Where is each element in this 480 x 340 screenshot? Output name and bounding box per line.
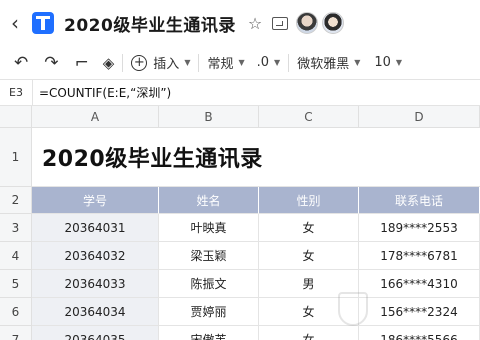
header-cell-student-id[interactable]: 学号 bbox=[32, 187, 159, 214]
toolbar-divider bbox=[288, 53, 290, 72]
table-cell[interactable]: 178****6781 bbox=[359, 242, 480, 270]
toolbar-divider bbox=[122, 53, 124, 72]
row-header-6[interactable]: 6 bbox=[0, 298, 32, 326]
sheet-title-cell[interactable]: 2020级毕业生通讯录 bbox=[32, 128, 480, 187]
table-cell[interactable]: 20364032 bbox=[32, 242, 159, 270]
star-icon[interactable]: ☆ bbox=[248, 14, 262, 33]
table-cell[interactable]: 梁玉颖 bbox=[159, 242, 259, 270]
font-size-label: 10 bbox=[374, 55, 391, 70]
caret-down-icon: ▼ bbox=[184, 58, 191, 67]
column-header-c[interactable]: C bbox=[259, 106, 359, 128]
docs-logo-icon bbox=[32, 12, 54, 34]
column-header-b[interactable]: B bbox=[159, 106, 259, 128]
row-header-2[interactable]: 2 bbox=[0, 187, 32, 214]
cell-reference[interactable]: E3 bbox=[0, 86, 32, 99]
table-cell[interactable]: 189****2553 bbox=[359, 214, 480, 242]
redo-icon[interactable]: ↷ bbox=[44, 53, 58, 73]
table-cell[interactable]: 20364033 bbox=[32, 270, 159, 298]
collaborator-avatar[interactable] bbox=[296, 12, 319, 34]
format-painter-icon[interactable]: ⌐ bbox=[75, 53, 89, 73]
toolbar-divider bbox=[198, 53, 200, 72]
table-cell[interactable]: 20364031 bbox=[32, 214, 159, 242]
row-header-1[interactable]: 1 bbox=[0, 128, 32, 187]
toolbar: ↶ ↷ ⌐ ◈ + 插入 ▼ 常规 ▼ .0 ▼ 微软雅黑 ▼ 10 ▼ bbox=[0, 46, 480, 80]
move-to-folder-icon[interactable] bbox=[272, 16, 289, 30]
table-cell[interactable]: 陈振文 bbox=[159, 270, 259, 298]
font-size-dropdown[interactable]: 10 ▼ bbox=[374, 55, 402, 70]
row-header-7[interactable]: 7 bbox=[0, 326, 32, 340]
column-header-a[interactable]: A bbox=[32, 106, 159, 128]
table-cell[interactable]: 20364034 bbox=[32, 298, 159, 326]
row-header-3[interactable]: 3 bbox=[0, 214, 32, 242]
table-cell[interactable]: 20364035 bbox=[32, 326, 159, 340]
insert-button[interactable]: + 插入 ▼ bbox=[131, 53, 190, 72]
collaborator-avatar[interactable] bbox=[322, 12, 345, 34]
row-header-4[interactable]: 4 bbox=[0, 242, 32, 270]
caret-down-icon: ▼ bbox=[238, 58, 245, 67]
column-header-d[interactable]: D bbox=[359, 106, 480, 128]
font-family-dropdown[interactable]: 微软雅黑 ▼ bbox=[297, 53, 360, 72]
document-title[interactable]: 2020级毕业生通讯录 bbox=[64, 11, 236, 36]
chevron-left-icon[interactable]: ‹ bbox=[6, 0, 24, 46]
watermark-logo bbox=[338, 284, 478, 334]
row-header-5[interactable]: 5 bbox=[0, 270, 32, 298]
table-cell[interactable]: 女 bbox=[259, 242, 359, 270]
caret-down-icon: ▼ bbox=[395, 58, 403, 67]
number-format-label: 常规 bbox=[207, 57, 234, 72]
insert-label: 插入 bbox=[153, 57, 180, 72]
plus-circle-icon: + bbox=[131, 54, 148, 71]
caret-down-icon: ▼ bbox=[354, 58, 361, 67]
formula-divider bbox=[32, 79, 33, 106]
table-cell[interactable]: 叶映真 bbox=[159, 214, 259, 242]
header-cell-phone[interactable]: 联系电话 bbox=[359, 187, 480, 214]
decimal-dropdown[interactable]: .0 ▼ bbox=[257, 55, 281, 70]
formula-bar: E3 =COUNTIF(E:E,“深圳”) bbox=[0, 79, 480, 106]
font-family-label: 微软雅黑 bbox=[297, 57, 350, 72]
header-cell-name[interactable]: 姓名 bbox=[159, 187, 259, 214]
eraser-icon[interactable]: ◈ bbox=[103, 54, 115, 72]
undo-icon[interactable]: ↶ bbox=[14, 53, 28, 73]
title-bar: ‹ 2020级毕业生通讯录 ☆ bbox=[0, 0, 480, 46]
select-all-corner[interactable] bbox=[0, 106, 32, 128]
shield-icon bbox=[338, 292, 368, 326]
decimal-label: .0 bbox=[256, 55, 270, 70]
table-cell[interactable]: 贾婷丽 bbox=[159, 298, 259, 326]
number-format-dropdown[interactable]: 常规 ▼ bbox=[207, 53, 244, 72]
caret-down-icon: ▼ bbox=[274, 58, 281, 67]
header-cell-gender[interactable]: 性别 bbox=[259, 187, 359, 214]
table-cell[interactable]: 女 bbox=[259, 214, 359, 242]
table-cell[interactable]: 宋傲芙 bbox=[159, 326, 259, 340]
formula-input[interactable]: =COUNTIF(E:E,“深圳”) bbox=[39, 84, 171, 101]
